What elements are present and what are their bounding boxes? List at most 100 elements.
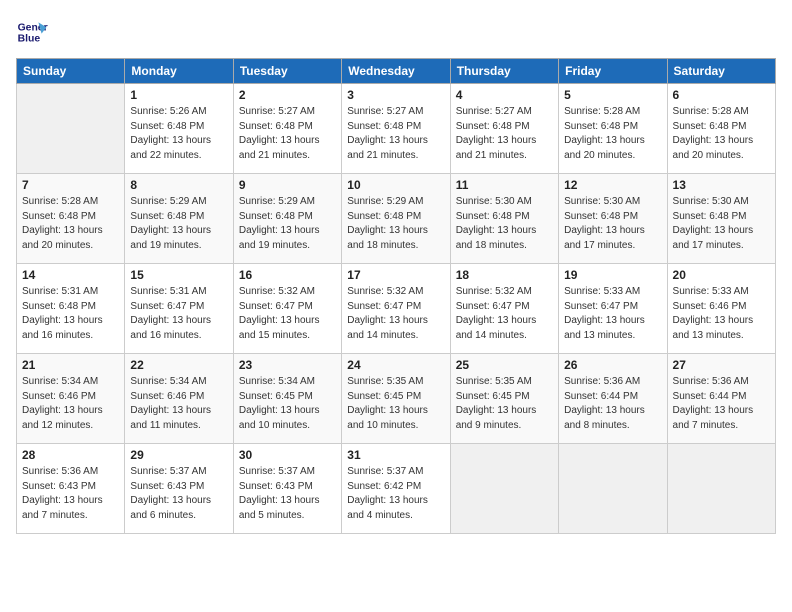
day-info: Sunrise: 5:32 AM Sunset: 6:47 PM Dayligh… xyxy=(347,285,444,343)
day-number: 21 xyxy=(22,358,119,372)
day-info: Sunrise: 5:34 AM Sunset: 6:46 PM Dayligh… xyxy=(22,375,119,433)
calendar-cell: 26 Sunrise: 5:36 AM Sunset: 6:44 PM Dayli… xyxy=(559,354,667,444)
day-number: 18 xyxy=(456,268,553,282)
day-number: 6 xyxy=(673,88,770,102)
day-info: Sunrise: 5:28 AM Sunset: 6:48 PM Dayligh… xyxy=(564,105,661,163)
day-number: 3 xyxy=(347,88,444,102)
calendar-cell: 14 Sunrise: 5:31 AM Sunset: 6:48 PM Dayli… xyxy=(17,264,125,354)
calendar-cell: 13 Sunrise: 5:30 AM Sunset: 6:48 PM Dayli… xyxy=(667,174,775,264)
day-number: 13 xyxy=(673,178,770,192)
day-number: 23 xyxy=(239,358,336,372)
calendar-cell: 7 Sunrise: 5:28 AM Sunset: 6:48 PM Daylig… xyxy=(17,174,125,264)
day-info: Sunrise: 5:34 AM Sunset: 6:45 PM Dayligh… xyxy=(239,375,336,433)
column-header-monday: Monday xyxy=(125,59,233,84)
day-number: 15 xyxy=(130,268,227,282)
day-number: 8 xyxy=(130,178,227,192)
day-number: 19 xyxy=(564,268,661,282)
calendar-cell xyxy=(667,444,775,534)
day-number: 2 xyxy=(239,88,336,102)
column-header-thursday: Thursday xyxy=(450,59,558,84)
day-info: Sunrise: 5:31 AM Sunset: 6:48 PM Dayligh… xyxy=(22,285,119,343)
day-number: 20 xyxy=(673,268,770,282)
day-info: Sunrise: 5:29 AM Sunset: 6:48 PM Dayligh… xyxy=(130,195,227,253)
calendar-cell: 18 Sunrise: 5:32 AM Sunset: 6:47 PM Dayli… xyxy=(450,264,558,354)
day-info: Sunrise: 5:29 AM Sunset: 6:48 PM Dayligh… xyxy=(347,195,444,253)
calendar-cell: 4 Sunrise: 5:27 AM Sunset: 6:48 PM Daylig… xyxy=(450,84,558,174)
day-number: 14 xyxy=(22,268,119,282)
calendar-cell: 8 Sunrise: 5:29 AM Sunset: 6:48 PM Daylig… xyxy=(125,174,233,264)
calendar-cell: 22Sunrise: 5:34 AM Sunset: 6:46 PM Dayli… xyxy=(125,354,233,444)
day-info: Sunrise: 5:36 AM Sunset: 6:44 PM Dayligh… xyxy=(564,375,661,433)
day-number: 1 xyxy=(130,88,227,102)
day-number: 4 xyxy=(456,88,553,102)
calendar-cell: 1Sunrise: 5:26 AM Sunset: 6:48 PM Daylig… xyxy=(125,84,233,174)
column-header-friday: Friday xyxy=(559,59,667,84)
calendar-cell xyxy=(17,84,125,174)
day-info: Sunrise: 5:36 AM Sunset: 6:44 PM Dayligh… xyxy=(673,375,770,433)
day-info: Sunrise: 5:27 AM Sunset: 6:48 PM Dayligh… xyxy=(239,105,336,163)
calendar-cell: 29Sunrise: 5:37 AM Sunset: 6:43 PM Dayli… xyxy=(125,444,233,534)
day-info: Sunrise: 5:37 AM Sunset: 6:43 PM Dayligh… xyxy=(239,465,336,523)
calendar-cell: 16 Sunrise: 5:32 AM Sunset: 6:47 PM Dayli… xyxy=(233,264,341,354)
logo-icon: General Blue xyxy=(16,16,48,48)
calendar-cell xyxy=(450,444,558,534)
calendar-week-1: 1Sunrise: 5:26 AM Sunset: 6:48 PM Daylig… xyxy=(17,84,776,174)
column-header-tuesday: Tuesday xyxy=(233,59,341,84)
day-info: Sunrise: 5:28 AM Sunset: 6:48 PM Dayligh… xyxy=(22,195,119,253)
calendar-cell: 9 Sunrise: 5:29 AM Sunset: 6:48 PM Daylig… xyxy=(233,174,341,264)
calendar-cell: 25Sunrise: 5:35 AM Sunset: 6:45 PM Dayli… xyxy=(450,354,558,444)
day-info: Sunrise: 5:32 AM Sunset: 6:47 PM Dayligh… xyxy=(239,285,336,343)
day-number: 16 xyxy=(239,268,336,282)
calendar-cell: 3 Sunrise: 5:27 AM Sunset: 6:48 PM Daylig… xyxy=(342,84,450,174)
day-number: 7 xyxy=(22,178,119,192)
calendar-cell: 17 Sunrise: 5:32 AM Sunset: 6:47 PM Dayli… xyxy=(342,264,450,354)
calendar-cell: 6 Sunrise: 5:28 AM Sunset: 6:48 PM Daylig… xyxy=(667,84,775,174)
calendar-week-3: 14 Sunrise: 5:31 AM Sunset: 6:48 PM Dayli… xyxy=(17,264,776,354)
day-info: Sunrise: 5:34 AM Sunset: 6:46 PM Dayligh… xyxy=(130,375,227,433)
day-info: Sunrise: 5:27 AM Sunset: 6:48 PM Dayligh… xyxy=(456,105,553,163)
day-number: 31 xyxy=(347,448,444,462)
day-number: 11 xyxy=(456,178,553,192)
day-number: 5 xyxy=(564,88,661,102)
day-info: Sunrise: 5:30 AM Sunset: 6:48 PM Dayligh… xyxy=(673,195,770,253)
calendar-cell: 11 Sunrise: 5:30 AM Sunset: 6:48 PM Dayli… xyxy=(450,174,558,264)
day-number: 27 xyxy=(673,358,770,372)
day-info: Sunrise: 5:30 AM Sunset: 6:48 PM Dayligh… xyxy=(456,195,553,253)
calendar-cell xyxy=(559,444,667,534)
calendar-cell: 20 Sunrise: 5:33 AM Sunset: 6:46 PM Dayli… xyxy=(667,264,775,354)
calendar-header: SundayMondayTuesdayWednesdayThursdayFrid… xyxy=(17,59,776,84)
calendar-cell: 15 Sunrise: 5:31 AM Sunset: 6:47 PM Dayli… xyxy=(125,264,233,354)
day-number: 30 xyxy=(239,448,336,462)
day-info: Sunrise: 5:28 AM Sunset: 6:48 PM Dayligh… xyxy=(673,105,770,163)
day-info: Sunrise: 5:31 AM Sunset: 6:47 PM Dayligh… xyxy=(130,285,227,343)
column-header-sunday: Sunday xyxy=(17,59,125,84)
day-number: 24 xyxy=(347,358,444,372)
day-info: Sunrise: 5:27 AM Sunset: 6:48 PM Dayligh… xyxy=(347,105,444,163)
day-info: Sunrise: 5:36 AM Sunset: 6:43 PM Dayligh… xyxy=(22,465,119,523)
day-info: Sunrise: 5:37 AM Sunset: 6:43 PM Dayligh… xyxy=(130,465,227,523)
calendar-cell: 5 Sunrise: 5:28 AM Sunset: 6:48 PM Daylig… xyxy=(559,84,667,174)
day-info: Sunrise: 5:35 AM Sunset: 6:45 PM Dayligh… xyxy=(347,375,444,433)
day-info: Sunrise: 5:30 AM Sunset: 6:48 PM Dayligh… xyxy=(564,195,661,253)
calendar-cell: 12Sunrise: 5:30 AM Sunset: 6:48 PM Dayli… xyxy=(559,174,667,264)
day-info: Sunrise: 5:32 AM Sunset: 6:47 PM Dayligh… xyxy=(456,285,553,343)
column-header-wednesday: Wednesday xyxy=(342,59,450,84)
column-header-saturday: Saturday xyxy=(667,59,775,84)
day-number: 26 xyxy=(564,358,661,372)
calendar-cell: 27 Sunrise: 5:36 AM Sunset: 6:44 PM Dayli… xyxy=(667,354,775,444)
calendar-week-4: 21 Sunrise: 5:34 AM Sunset: 6:46 PM Dayli… xyxy=(17,354,776,444)
calendar-cell: 2 Sunrise: 5:27 AM Sunset: 6:48 PM Daylig… xyxy=(233,84,341,174)
logo: General Blue xyxy=(16,16,52,48)
day-number: 25 xyxy=(456,358,553,372)
day-info: Sunrise: 5:33 AM Sunset: 6:46 PM Dayligh… xyxy=(673,285,770,343)
calendar-cell: 31Sunrise: 5:37 AM Sunset: 6:42 PM Dayli… xyxy=(342,444,450,534)
day-number: 10 xyxy=(347,178,444,192)
calendar-table: SundayMondayTuesdayWednesdayThursdayFrid… xyxy=(16,58,776,534)
calendar-cell: 23 Sunrise: 5:34 AM Sunset: 6:45 PM Dayli… xyxy=(233,354,341,444)
calendar-week-2: 7 Sunrise: 5:28 AM Sunset: 6:48 PM Daylig… xyxy=(17,174,776,264)
day-number: 9 xyxy=(239,178,336,192)
calendar-cell: 10 Sunrise: 5:29 AM Sunset: 6:48 PM Dayli… xyxy=(342,174,450,264)
day-number: 17 xyxy=(347,268,444,282)
day-info: Sunrise: 5:29 AM Sunset: 6:48 PM Dayligh… xyxy=(239,195,336,253)
calendar-cell: 21 Sunrise: 5:34 AM Sunset: 6:46 PM Dayli… xyxy=(17,354,125,444)
